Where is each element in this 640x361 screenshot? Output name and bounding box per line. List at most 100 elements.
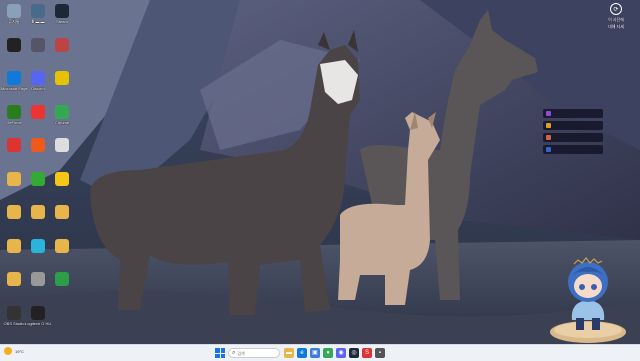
desktop-icon-label: Steam [56,19,68,24]
desktop-icon[interactable] [26,138,50,166]
desktop-wallpaper [0,0,640,344]
widget-line2: 대해 자세 [608,24,624,29]
overlay-row-icon [546,111,551,116]
desktop-icon[interactable]: GeForce [2,104,26,133]
widget-line1: 이 사진에 [608,17,624,22]
desktop-icon[interactable] [2,37,26,66]
desktop-icon-label: GeForce [6,119,22,125]
app-icon [31,138,45,152]
folder-icon [55,205,69,219]
overlay-row-icon [546,123,551,128]
steam-icon[interactable]: ◎ [349,348,359,358]
taskbar-search[interactable]: ⌕ [228,348,280,358]
app-icon[interactable]: S [362,348,372,358]
app-icon [31,272,45,286]
desktop-icon[interactable]: Ⅲ ▬ ▬ [26,4,50,32]
desktop-icon[interactable] [50,37,74,66]
desktop-icon[interactable] [2,272,26,300]
windows-logo-tile [215,353,220,358]
desktop-icon[interactable]: Logitech G HUB [25,305,51,334]
desktop-icon-label: Ⅲ ▬ ▬ [31,19,45,24]
app-icon [55,71,69,85]
folder-icon [7,205,21,219]
desktop-icon[interactable]: Microsoft Edge [1,71,27,99]
nvidia-icon [7,104,21,119]
chrome-icon [55,104,69,119]
folder-icon [31,205,45,219]
folder-icon [7,171,21,186]
desktop-icon[interactable] [50,138,74,166]
overlay-panel [543,109,603,154]
edge-icon[interactable]: e [297,348,307,358]
desktop-icon[interactable] [50,238,74,267]
app-icon [55,171,69,186]
windows-logo-tile [220,348,225,353]
windows-logo-tile [220,353,225,358]
desktop-icon-label: 휴지통 [8,19,20,24]
desktop-icon[interactable] [2,205,26,233]
app-icon [31,104,45,119]
logitech-icon [31,305,45,320]
app-icon [7,138,21,152]
clock-icon: ⟳ [610,3,622,15]
weather-widget[interactable]: 19°C [4,347,24,355]
overlay-row[interactable] [543,121,603,130]
explorer-icon[interactable]: ▬ [284,348,294,358]
app-icon [31,171,45,186]
desktop-icon[interactable] [50,205,74,233]
desktop-icon[interactable] [50,71,74,99]
search-icon: ⌕ [232,350,236,356]
chrome-icon[interactable]: ● [323,348,333,358]
start-button[interactable] [215,348,225,358]
store-icon[interactable]: ▣ [310,348,320,358]
overlay-row-icon [546,135,551,140]
desktop-icon[interactable] [2,138,26,166]
folder-icon [55,238,69,253]
app-icon [7,37,21,52]
desktop-icon[interactable]: Steam [50,4,74,32]
app-icon [31,37,45,52]
discord-icon [31,71,45,85]
desktop-icon-label: Microsoft Edge [1,86,27,91]
desktop-icon[interactable] [26,272,50,300]
search-input[interactable] [237,349,274,357]
desktop-icon[interactable] [26,171,50,200]
learn-about-picture-widget[interactable]: ⟳ 이 사진에 대해 자세 [606,3,626,29]
desktop-icon-label: Discord [31,86,45,91]
overlay-row[interactable] [543,109,603,118]
taskbar: 19°C ⌕ ▬e▣●◉◎S▪ [0,344,640,361]
desktop-icon[interactable] [26,104,50,133]
folder-icon [7,238,21,253]
recycle-bin-icon [7,4,21,18]
desktop-mascot-character[interactable] [548,250,628,344]
desktop-icon[interactable] [2,171,26,200]
app-icon [31,238,45,253]
desktop-icon-label: OBS Studio [3,320,25,326]
windows-logo-tile [215,348,220,353]
obs-icon [7,305,21,320]
folder-icon [7,272,21,286]
desktop-icon[interactable] [50,272,74,300]
desktop-icon[interactable] [50,171,74,200]
desktop-icon[interactable]: Discord [26,71,50,99]
overlay-row[interactable] [543,145,603,154]
app-icon[interactable]: ▪ [375,348,385,358]
weather-temp: 19°C [15,348,24,354]
desktop-icon[interactable]: OBS Studio [2,305,26,334]
overlay-row[interactable] [543,133,603,142]
desktop-icon[interactable] [26,37,50,66]
app-icon [55,138,69,152]
desktop-icon[interactable] [2,238,26,267]
sun-icon [4,347,12,355]
desktop-icon[interactable] [26,238,50,267]
steam-icon [55,4,69,18]
edge-icon [7,71,21,85]
desktop-icon-label: Logitech G HUB [25,320,51,326]
desktop-icon[interactable]: Chrome [50,104,74,133]
desktop-icon[interactable] [26,205,50,233]
desktop-icon[interactable]: 휴지통 [2,4,26,32]
desktop-icon-label: Chrome [54,119,70,125]
discord-icon[interactable]: ◉ [336,348,346,358]
app-icon [55,272,69,286]
app-icon [55,37,69,52]
